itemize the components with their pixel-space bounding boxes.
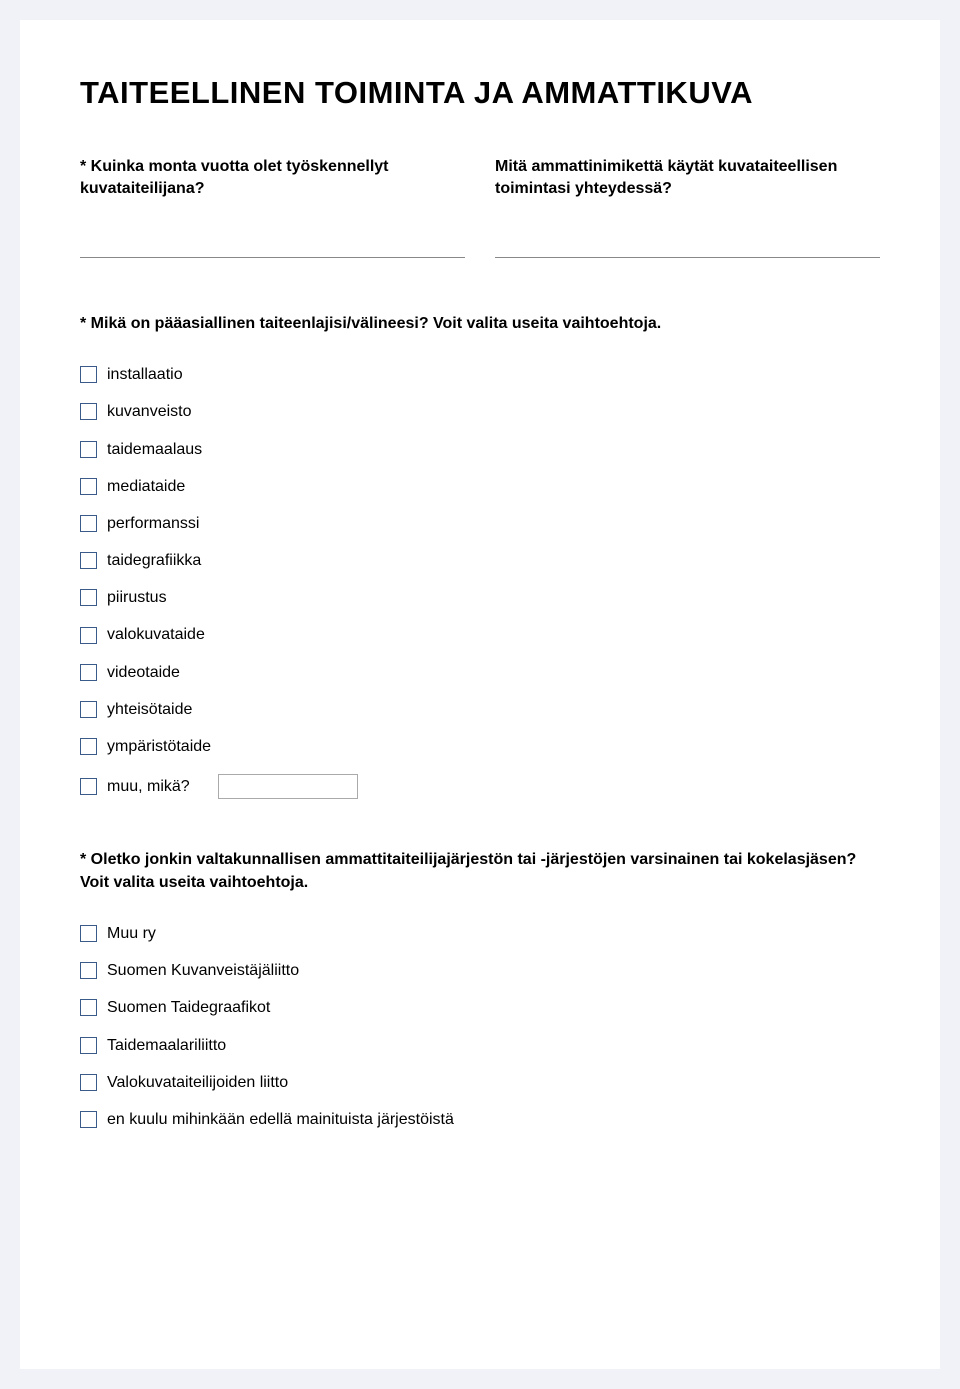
checkbox-label: piirustus — [107, 588, 167, 607]
form-page: TAITEELLINEN TOIMINTA JA AMMATTIKUVA * K… — [20, 20, 940, 1369]
checkbox-enkuulu[interactable] — [80, 1111, 97, 1128]
checkbox-item-enkuulu: en kuulu mihinkään edellä mainituista jä… — [80, 1110, 880, 1129]
checkbox-videotaide[interactable] — [80, 664, 97, 681]
checkbox-item-taidegraafikot: Suomen Taidegraafikot — [80, 998, 880, 1017]
checkbox-item-taidemaalaus: taidemaalaus — [80, 440, 880, 459]
checkbox-item-valokuvataiteilijat: Valokuvataiteilijoiden liitto — [80, 1073, 880, 1092]
checkbox-item-performanssi: performanssi — [80, 514, 880, 533]
checkbox-item-taidegrafiikka: taidegrafiikka — [80, 551, 880, 570]
checkbox-item-valokuvataide: valokuvataide — [80, 625, 880, 644]
question-label-years: * Kuinka monta vuotta olet työskennellyt… — [80, 156, 465, 201]
checkbox-item-kuvanveistajat: Suomen Kuvanveistäjäliitto — [80, 961, 880, 980]
checkbox-taidemaalariliitto[interactable] — [80, 1037, 97, 1054]
question-label-jobtitle: Mitä ammattinimikettä käytät kuvataiteel… — [495, 156, 880, 201]
checkbox-taidegrafiikka[interactable] — [80, 552, 97, 569]
checkbox-label: Suomen Kuvanveistäjäliitto — [107, 961, 299, 980]
medium-checkbox-list: installaatio kuvanveisto taidemaalaus me… — [80, 365, 880, 799]
checkbox-mediataide[interactable] — [80, 478, 97, 495]
checkbox-item-ymparistotaide: ympäristötaide — [80, 737, 880, 756]
checkbox-label: Valokuvataiteilijoiden liitto — [107, 1073, 288, 1092]
question-job-title: Mitä ammattinimikettä käytät kuvataiteel… — [495, 156, 880, 258]
checkbox-item-muu: muu, mikä? — [80, 774, 880, 799]
checkbox-label: yhteisötaide — [107, 700, 192, 719]
checkbox-label: Muu ry — [107, 924, 156, 943]
checkbox-yhteisotaide[interactable] — [80, 701, 97, 718]
question-label-membership: * Oletko jonkin valtakunnallisen ammatti… — [80, 849, 880, 894]
checkbox-label: taidemaalaus — [107, 440, 202, 459]
question-art-medium: * Mikä on pääasiallinen taiteenlajisi/vä… — [80, 313, 880, 799]
checkbox-kuvanveistajat[interactable] — [80, 962, 97, 979]
question-years-worked: * Kuinka monta vuotta olet työskennellyt… — [80, 156, 465, 258]
checkbox-muu[interactable] — [80, 778, 97, 795]
checkbox-ymparistotaide[interactable] — [80, 738, 97, 755]
checkbox-item-piirustus: piirustus — [80, 588, 880, 607]
checkbox-label: en kuulu mihinkään edellä mainituista jä… — [107, 1110, 454, 1129]
checkbox-label: kuvanveisto — [107, 402, 192, 421]
muu-text-input[interactable] — [218, 774, 358, 799]
checkbox-installaatio[interactable] — [80, 366, 97, 383]
checkbox-taidemaalaus[interactable] — [80, 441, 97, 458]
checkbox-label: valokuvataide — [107, 625, 205, 644]
checkbox-item-kuvanveisto: kuvanveisto — [80, 402, 880, 421]
checkbox-piirustus[interactable] — [80, 589, 97, 606]
membership-checkbox-list: Muu ry Suomen Kuvanveistäjäliitto Suomen… — [80, 924, 880, 1129]
checkbox-item-muury: Muu ry — [80, 924, 880, 943]
checkbox-valokuvataiteilijat[interactable] — [80, 1074, 97, 1091]
checkbox-label: muu, mikä? — [107, 777, 190, 796]
checkbox-label: Taidemaalariliitto — [107, 1036, 226, 1055]
question-label-medium: * Mikä on pääasiallinen taiteenlajisi/vä… — [80, 313, 880, 335]
checkbox-label: Suomen Taidegraafikot — [107, 998, 270, 1017]
question-membership: * Oletko jonkin valtakunnallisen ammatti… — [80, 849, 880, 1129]
checkbox-item-yhteisotaide: yhteisötaide — [80, 700, 880, 719]
checkbox-label: mediataide — [107, 477, 185, 496]
checkbox-label: performanssi — [107, 514, 199, 533]
years-input[interactable] — [80, 231, 465, 258]
checkbox-muury[interactable] — [80, 925, 97, 942]
checkbox-item-mediataide: mediataide — [80, 477, 880, 496]
two-column-row: * Kuinka monta vuotta olet työskennellyt… — [80, 156, 880, 258]
checkbox-item-taidemaalariliitto: Taidemaalariliitto — [80, 1036, 880, 1055]
checkbox-taidegraafikot[interactable] — [80, 999, 97, 1016]
checkbox-label: taidegrafiikka — [107, 551, 201, 570]
checkbox-item-videotaide: videotaide — [80, 663, 880, 682]
checkbox-label: videotaide — [107, 663, 180, 682]
checkbox-item-installaatio: installaatio — [80, 365, 880, 384]
checkbox-performanssi[interactable] — [80, 515, 97, 532]
checkbox-valokuvataide[interactable] — [80, 627, 97, 644]
jobtitle-input[interactable] — [495, 231, 880, 258]
checkbox-label: ympäristötaide — [107, 737, 211, 756]
page-title: TAITEELLINEN TOIMINTA JA AMMATTIKUVA — [80, 75, 880, 111]
checkbox-kuvanveisto[interactable] — [80, 403, 97, 420]
checkbox-label: installaatio — [107, 365, 183, 384]
